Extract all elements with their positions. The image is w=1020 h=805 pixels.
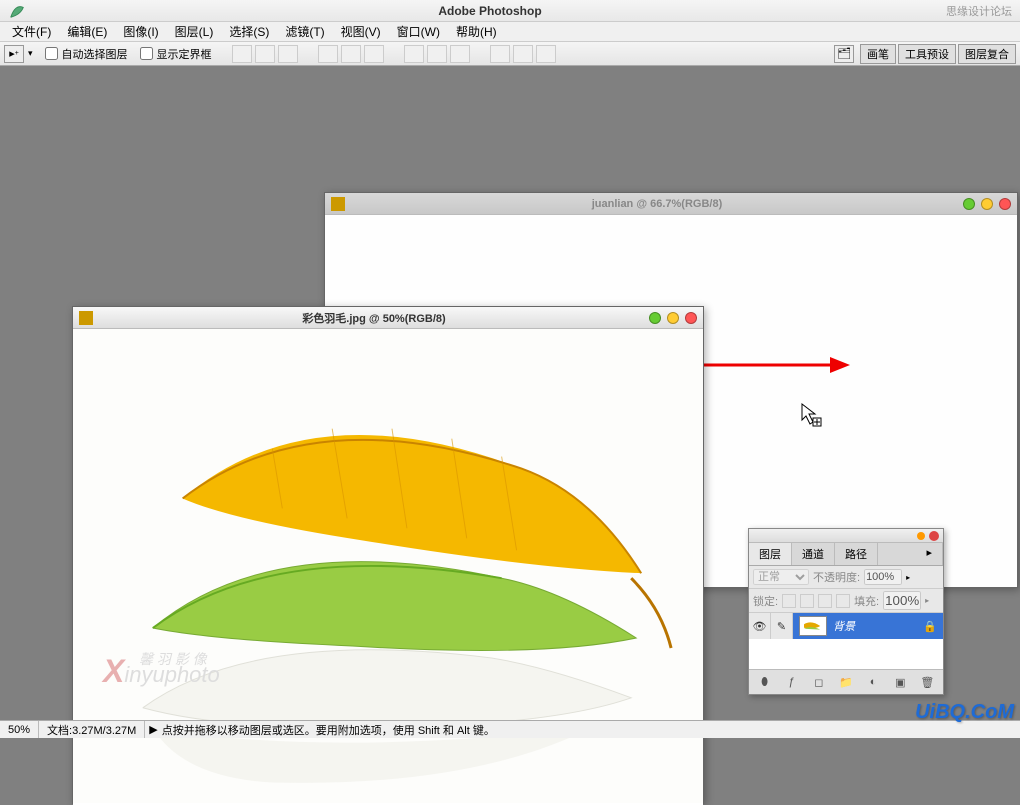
status-bar: 50% 文档:3.27M/3.27M ▶ 点按并拖移以移动图层或选区。要用附加选… — [0, 720, 1020, 738]
menu-select[interactable]: 选择(S) — [221, 21, 277, 42]
lock-all-icon[interactable] — [836, 594, 850, 608]
visibility-toggle-icon[interactable]: 👁 — [749, 613, 771, 639]
menu-image[interactable]: 图像(I) — [115, 21, 166, 42]
minimize-button[interactable] — [649, 312, 661, 324]
align-group-1 — [232, 45, 298, 63]
doc-titlebar-front[interactable]: 彩色羽毛.jpg @ 50%(RGB/8) — [73, 307, 703, 329]
menu-help[interactable]: 帮助(H) — [448, 21, 505, 42]
layer-name: 背景 — [833, 618, 855, 634]
lock-label: 锁定: — [753, 593, 778, 609]
menu-filter[interactable]: 滤镜(T) — [277, 21, 332, 42]
doc-icon — [79, 311, 93, 325]
panel-header[interactable] — [749, 529, 943, 543]
align-right-icon[interactable] — [364, 45, 384, 63]
status-hint: 点按并拖移以移动图层或选区。要用附加选项，使用 Shift 和 Alt 键。 — [162, 722, 495, 738]
menu-bar: 文件(F) 编辑(E) 图像(I) 图层(L) 选择(S) 滤镜(T) 视图(V… — [0, 22, 1020, 42]
distribute-group-2 — [490, 45, 556, 63]
layer-style-icon[interactable]: ƒ — [783, 674, 801, 690]
doc-title-front: 彩色羽毛.jpg @ 50%(RGB/8) — [99, 310, 649, 326]
app-title: Adobe Photoshop — [34, 4, 946, 18]
dist-bottom-icon[interactable] — [450, 45, 470, 63]
fill-input[interactable] — [883, 591, 921, 610]
tab-layers[interactable]: 图层 — [749, 543, 792, 565]
align-group-2 — [318, 45, 384, 63]
auto-select-label: 自动选择图层 — [62, 46, 128, 62]
close-button[interactable] — [685, 312, 697, 324]
opacity-input[interactable] — [864, 569, 902, 585]
layer-list[interactable]: 👁 ✎ 背景 🔒 — [749, 613, 943, 669]
doc-title-back: juanlian @ 66.7%(RGB/8) — [351, 198, 963, 210]
dock-tab-tool-presets[interactable]: 工具预设 — [898, 44, 956, 64]
align-top-icon[interactable] — [232, 45, 252, 63]
layers-panel[interactable]: 图层 通道 路径 ▸ 正常 不透明度: ▸ 锁定: 填充: ▸ 👁 — [748, 528, 944, 695]
minimize-button[interactable] — [963, 198, 975, 210]
show-bounds-checkbox[interactable] — [140, 47, 153, 60]
opacity-label: 不透明度: — [813, 569, 860, 585]
maximize-button[interactable] — [981, 198, 993, 210]
panel-menu-icon[interactable]: ▸ — [916, 543, 943, 565]
lock-transparent-icon[interactable] — [782, 594, 796, 608]
lock-fill-row: 锁定: 填充: ▸ — [749, 589, 943, 613]
align-left-icon[interactable] — [318, 45, 338, 63]
menu-file[interactable]: 文件(F) — [4, 21, 59, 42]
fill-label: 填充: — [854, 593, 879, 609]
dist-hcenter-icon[interactable] — [513, 45, 533, 63]
top-watermark: 思缘设计论坛 — [946, 3, 1012, 19]
doc-titlebar-back[interactable]: juanlian @ 66.7%(RGB/8) — [325, 193, 1017, 215]
doc-info[interactable]: 文档:3.27M/3.27M — [39, 721, 145, 738]
layer-thumbnail[interactable] — [799, 616, 827, 636]
tab-paths[interactable]: 路径 — [835, 543, 878, 565]
lock-image-icon[interactable] — [800, 594, 814, 608]
options-bar: ▸+ ▾ 自动选择图层 显示定界框 🗂 画笔 工具预设 图层复合 — [0, 42, 1020, 66]
page-watermark: UiBQ.CoM — [915, 701, 1014, 724]
menu-window[interactable]: 窗口(W) — [389, 21, 448, 42]
panel-collapse-icon[interactable] — [917, 532, 925, 540]
layers-footer: ⬮ ƒ ◻ 📁 ◐ ▣ 🗑 — [749, 669, 943, 694]
menu-view[interactable]: 视图(V) — [333, 21, 389, 42]
current-tool-icon[interactable]: ▸+ — [4, 45, 24, 63]
auto-select-checkbox[interactable] — [45, 47, 58, 60]
blend-mode-select[interactable]: 正常 — [753, 569, 809, 585]
layer-mask-icon[interactable]: ◻ — [810, 674, 828, 690]
photoshop-logo-icon — [8, 2, 26, 20]
delete-layer-icon[interactable]: 🗑 — [918, 674, 936, 690]
dist-left-icon[interactable] — [490, 45, 510, 63]
link-layers-icon[interactable]: ⬮ — [756, 674, 774, 690]
title-bar: Adobe Photoshop 思缘设计论坛 — [0, 0, 1020, 22]
dock-tab-brush[interactable]: 画笔 — [860, 44, 896, 64]
show-bounds-label: 显示定界框 — [157, 46, 212, 62]
lock-position-icon[interactable] — [818, 594, 832, 608]
palette-well-icon[interactable]: 🗂 — [834, 45, 854, 63]
layer-lock-icon: 🔒 — [923, 620, 937, 633]
close-button[interactable] — [999, 198, 1011, 210]
tab-channels[interactable]: 通道 — [792, 543, 835, 565]
maximize-button[interactable] — [667, 312, 679, 324]
dock-tab-layer-comps[interactable]: 图层复合 — [958, 44, 1016, 64]
doc-icon — [331, 197, 345, 211]
new-layer-icon[interactable]: ▣ — [891, 674, 909, 690]
adjustment-layer-icon[interactable]: ◐ — [864, 674, 882, 690]
menu-edit[interactable]: 编辑(E) — [59, 21, 115, 42]
zoom-level[interactable]: 50% — [0, 721, 39, 738]
new-set-icon[interactable]: 📁 — [837, 674, 855, 690]
menu-layer[interactable]: 图层(L) — [167, 21, 222, 42]
blend-opacity-row: 正常 不透明度: ▸ — [749, 566, 943, 589]
workspace: juanlian @ 66.7%(RGB/8) 彩色羽毛.jpg @ 50%(R… — [0, 66, 1020, 720]
dist-top-icon[interactable] — [404, 45, 424, 63]
panel-tabs: 图层 通道 路径 ▸ — [749, 543, 943, 566]
dist-right-icon[interactable] — [536, 45, 556, 63]
layer-row-background[interactable]: 👁 ✎ 背景 🔒 — [749, 613, 943, 639]
panel-close-icon[interactable] — [929, 531, 939, 541]
dist-vcenter-icon[interactable] — [427, 45, 447, 63]
layer-edit-icon[interactable]: ✎ — [771, 613, 793, 639]
align-hcenter-icon[interactable] — [341, 45, 361, 63]
align-bottom-icon[interactable] — [278, 45, 298, 63]
distribute-group-1 — [404, 45, 470, 63]
status-menu-icon[interactable]: ▶ — [149, 723, 157, 736]
align-vcenter-icon[interactable] — [255, 45, 275, 63]
